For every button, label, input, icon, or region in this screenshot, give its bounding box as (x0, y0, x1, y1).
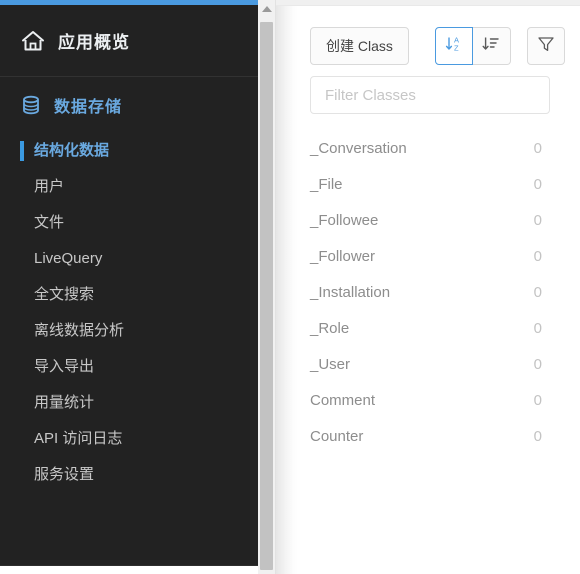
sidebar-item-api-access-log[interactable]: API 访问日志 (0, 421, 258, 457)
class-list-item[interactable]: _Follower 0 (276, 238, 580, 274)
class-count: 0 (533, 211, 542, 229)
class-name: _Role (310, 319, 350, 337)
class-name: _Follower (310, 247, 376, 265)
sort-descending-icon (481, 34, 501, 59)
class-count: 0 (533, 139, 542, 157)
scroll-up-arrow-icon (261, 5, 272, 12)
filter-classes-input[interactable] (310, 76, 550, 114)
sidebar-section-datastore[interactable]: 数据存储 (0, 77, 258, 133)
sidebar-bottom-edge (0, 565, 258, 574)
class-toolbar: 创建 Class A Z (310, 27, 565, 65)
sidebar-scrollbar[interactable] (258, 0, 276, 574)
sidebar-item-users[interactable]: 用户 (0, 169, 258, 205)
funnel-filter-icon (536, 34, 556, 59)
sidebar-item-files[interactable]: 文件 (0, 205, 258, 241)
class-count: 0 (533, 355, 542, 373)
sidebar-item-usage-stats[interactable]: 用量统计 (0, 385, 258, 421)
class-list-item[interactable]: _File 0 (276, 166, 580, 202)
sidebar-item-label: 用户 (34, 178, 65, 195)
class-list: _Conversation 0 _File 0 _Followee 0 _Fol… (276, 130, 580, 454)
svg-text:Z: Z (454, 43, 459, 52)
sort-order-button[interactable] (472, 27, 511, 65)
class-count: 0 (533, 247, 542, 265)
sidebar-item-label: 离线数据分析 (34, 322, 125, 339)
class-count: 0 (533, 175, 542, 193)
class-list-item[interactable]: Comment 0 (276, 382, 580, 418)
sort-alphabetical-icon: A Z (444, 34, 464, 59)
class-count: 0 (533, 391, 542, 409)
class-count: 0 (533, 319, 542, 337)
filter-button[interactable] (526, 27, 565, 65)
class-list-item[interactable]: _Conversation 0 (276, 130, 580, 166)
sidebar-item-label: 用量统计 (34, 394, 95, 411)
sort-alphabetical-button[interactable]: A Z (434, 27, 473, 65)
class-list-item[interactable]: _User 0 (276, 346, 580, 382)
sidebar-item-import-export[interactable]: 导入导出 (0, 349, 258, 385)
brand-app-overview[interactable]: 应用概览 (0, 5, 258, 77)
class-list-item[interactable]: _Role 0 (276, 310, 580, 346)
sidebar: 应用概览 数据存储 结构化数据 用户 文件 LiveQuery 全文搜索 离线数… (0, 0, 258, 574)
class-panel: 创建 Class A Z Filter Classes _Conversatio… (276, 0, 580, 574)
class-name: _Installation (310, 283, 391, 301)
sidebar-item-label: 服务设置 (34, 466, 95, 483)
sidebar-content: 应用概览 数据存储 结构化数据 用户 文件 LiveQuery 全文搜索 离线数… (0, 5, 258, 565)
sidebar-item-label: 结构化数据 (34, 142, 110, 159)
database-icon (20, 94, 42, 116)
sidebar-item-livequery[interactable]: LiveQuery (0, 241, 258, 277)
sidebar-item-label: 全文搜索 (34, 286, 95, 303)
app-root: 应用概览 数据存储 结构化数据 用户 文件 LiveQuery 全文搜索 离线数… (0, 0, 580, 574)
create-class-button[interactable]: 创建 Class (310, 27, 409, 65)
sidebar-item-service-settings[interactable]: 服务设置 (0, 457, 258, 493)
sidebar-item-label: LiveQuery (34, 250, 103, 267)
class-list-item[interactable]: _Followee 0 (276, 202, 580, 238)
sidebar-item-label: 导入导出 (34, 358, 95, 375)
class-list-item[interactable]: _Installation 0 (276, 274, 580, 310)
home-icon (20, 28, 46, 54)
brand-title: 应用概览 (58, 33, 130, 52)
sidebar-nav-list: 结构化数据 用户 文件 LiveQuery 全文搜索 离线数据分析 导入导出 用… (0, 133, 258, 493)
class-name: _User (310, 355, 351, 373)
class-name: Counter (310, 427, 364, 445)
sidebar-item-fulltext-search[interactable]: 全文搜索 (0, 277, 258, 313)
class-name: _Conversation (310, 139, 407, 157)
class-count: 0 (533, 283, 542, 301)
sort-button-group: A Z (434, 27, 511, 65)
sidebar-item-structured-data[interactable]: 结构化数据 (0, 133, 258, 169)
class-name: Comment (310, 391, 376, 409)
scrollbar-up-button[interactable] (258, 0, 275, 17)
scrollbar-thumb[interactable] (260, 22, 273, 570)
class-name: _Followee (310, 211, 379, 229)
class-name: _File (310, 175, 343, 193)
sidebar-item-label: API 访问日志 (34, 430, 123, 447)
sidebar-item-offline-analytics[interactable]: 离线数据分析 (0, 313, 258, 349)
panel-top-strip (276, 0, 580, 6)
sidebar-item-label: 文件 (34, 214, 65, 231)
sidebar-section-label: 数据存储 (54, 99, 123, 116)
class-list-item[interactable]: Counter 0 (276, 418, 580, 454)
class-count: 0 (533, 427, 542, 445)
